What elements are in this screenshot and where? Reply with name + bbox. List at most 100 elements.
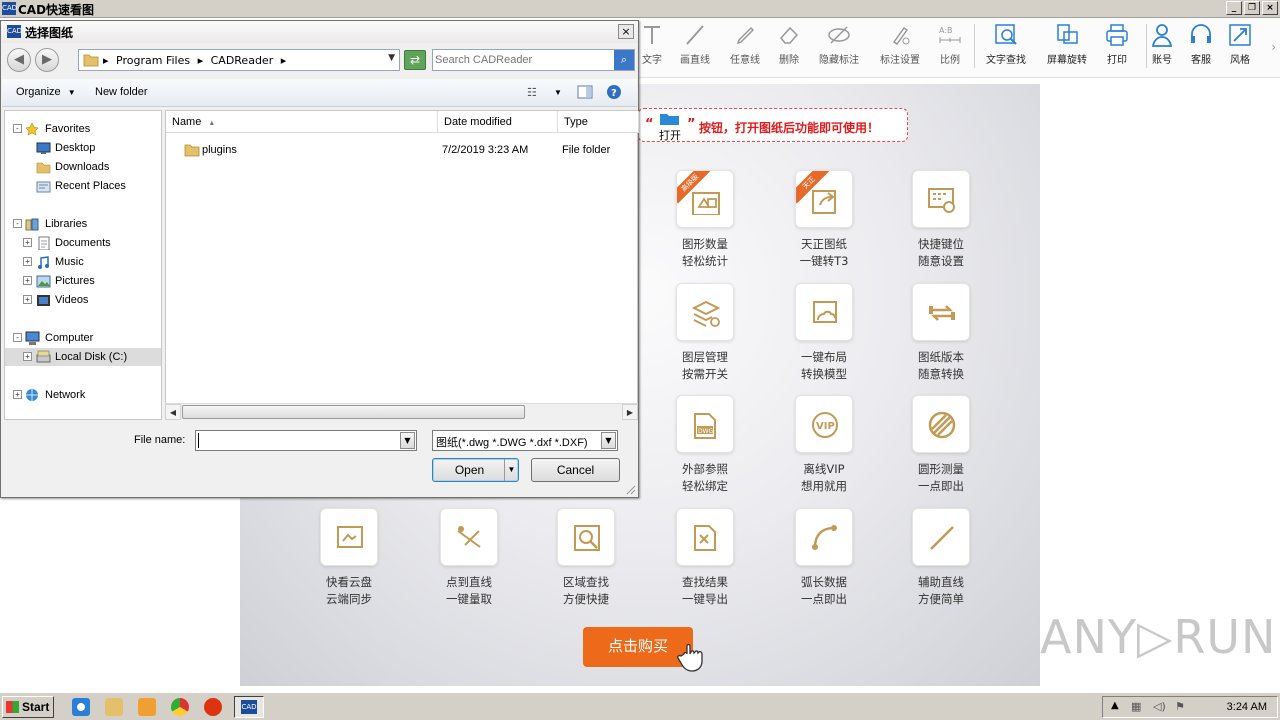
feature-tile[interactable]: [320, 508, 378, 566]
explorer-icon[interactable]: [105, 698, 123, 716]
file-row-plugins[interactable]: plugins 7/2/2019 3:23 AM File folder: [166, 141, 636, 159]
feature-arc-length[interactable]: 弧长数据 一点即出: [769, 508, 879, 608]
restore-button[interactable]: ❐: [1244, 1, 1260, 15]
feature-helper-line[interactable]: 辅助直线 方便简单: [886, 508, 996, 608]
refresh-button[interactable]: ⇄: [404, 50, 426, 70]
network-tray-icon[interactable]: ▦: [1131, 700, 1141, 713]
action-center-flag-icon[interactable]: ⚑: [1175, 700, 1185, 713]
breadcrumb-cadreader[interactable]: CADReader: [211, 54, 274, 67]
collapse-icon[interactable]: -: [13, 333, 22, 342]
address-bar[interactable]: ▸ Program Files ▸ CADReader ▸ ▼: [78, 49, 400, 71]
column-header-type[interactable]: Type: [558, 111, 639, 133]
feature-tile[interactable]: [795, 283, 853, 341]
view-dropdown-icon[interactable]: ▼: [554, 88, 562, 97]
feature-shape-count[interactable]: 高级版 图形数量 轻松统计: [650, 170, 760, 270]
feature-tile[interactable]: 高级版: [676, 170, 734, 228]
open-split-arrow-icon[interactable]: ▼: [504, 459, 518, 481]
forward-button[interactable]: ▶: [35, 48, 59, 72]
column-header-name[interactable]: Name ▲: [166, 111, 438, 133]
expand-icon[interactable]: +: [23, 276, 32, 285]
search-box[interactable]: ⌕: [432, 49, 635, 71]
chrome-icon[interactable]: [171, 698, 189, 716]
feature-circle-measure[interactable]: 圆形测量 一点即出: [886, 395, 996, 495]
feature-point-to-line[interactable]: 点到直线 一键量取: [414, 508, 524, 608]
feature-tile[interactable]: [912, 395, 970, 453]
tree-item-documents[interactable]: + Documents: [5, 234, 161, 252]
file-name-combobox[interactable]: ▼: [195, 430, 417, 451]
tree-item-local-disk-c[interactable]: + Local Disk (C:): [5, 348, 161, 366]
back-button[interactable]: ◀: [7, 48, 31, 72]
feature-tile[interactable]: 天正: [795, 170, 853, 228]
feature-tile[interactable]: [912, 170, 970, 228]
feature-dwg-xref[interactable]: DWG 外部参照 轻松绑定: [650, 395, 760, 495]
file-name-input[interactable]: [198, 433, 393, 448]
resize-grip-icon[interactable]: [626, 485, 636, 495]
feature-tile[interactable]: VIP: [795, 395, 853, 453]
tree-item-desktop[interactable]: Desktop: [5, 139, 161, 157]
toolbar-annotation-settings-button[interactable]: 标注设置: [872, 22, 928, 66]
open-button[interactable]: Open ▼: [432, 458, 519, 482]
feature-tile[interactable]: [676, 508, 734, 566]
feature-export-t3[interactable]: 天正 天正图纸 一键转T3: [769, 170, 879, 270]
file-type-filter[interactable]: 图纸(*.dwg *.DWG *.dxf *.DXF) ▼: [432, 430, 618, 451]
tree-item-music[interactable]: + Music: [5, 253, 161, 271]
feature-tile[interactable]: [795, 508, 853, 566]
tree-item-videos[interactable]: + Videos: [5, 291, 161, 309]
toolbar-more-icon[interactable]: ›: [1271, 40, 1276, 54]
feature-area-search[interactable]: 区域查找 方便快捷: [531, 508, 641, 608]
expand-icon[interactable]: +: [23, 238, 32, 247]
toolbar-delete-button[interactable]: 删除: [761, 22, 817, 66]
breadcrumb-program-files[interactable]: Program Files: [116, 54, 190, 67]
feature-vip[interactable]: VIP 离线VIP 想用就用: [769, 395, 879, 495]
new-folder-button[interactable]: New folder: [95, 86, 148, 98]
tree-item-recent-places[interactable]: Recent Places: [5, 177, 161, 195]
minimize-button[interactable]: _: [1226, 1, 1242, 15]
volume-icon[interactable]: ◁): [1153, 700, 1166, 713]
media-player-icon[interactable]: [138, 698, 156, 716]
feature-tile[interactable]: [440, 508, 498, 566]
tree-item-computer[interactable]: - Computer: [5, 329, 161, 347]
toolbar-line-button[interactable]: 画直线: [667, 22, 723, 66]
search-input[interactable]: [435, 52, 611, 68]
tree-item-favorites[interactable]: - Favorites: [5, 120, 161, 138]
close-button[interactable]: ×: [1262, 1, 1278, 15]
scroll-left-icon[interactable]: ◀: [165, 404, 181, 420]
toolbar-text-search-button[interactable]: 文字查找: [978, 22, 1034, 66]
feature-layout-convert[interactable]: 一键布局 转换模型: [769, 283, 879, 383]
organize-button[interactable]: Organize ▼: [16, 86, 76, 98]
expand-icon[interactable]: +: [23, 352, 32, 361]
tray-expand-icon[interactable]: ▲: [1111, 700, 1119, 711]
cancel-button[interactable]: Cancel: [531, 458, 620, 482]
cad-reader-icon[interactable]: CAD: [234, 696, 264, 718]
opera-icon[interactable]: [204, 698, 222, 716]
toolbar-screen-rotate-button[interactable]: 屏幕旋转: [1039, 22, 1095, 66]
dialog-close-button[interactable]: ×: [618, 24, 634, 39]
clock[interactable]: 3:24 AM: [1227, 701, 1267, 713]
collapse-icon[interactable]: -: [13, 219, 22, 228]
feature-keyboard-settings[interactable]: 快捷键位 随意设置: [886, 170, 996, 270]
help-icon[interactable]: ?: [606, 84, 622, 100]
address-dropdown-icon[interactable]: ▼: [388, 53, 395, 63]
toolbar-style-button[interactable]: 风格: [1212, 22, 1268, 66]
feature-version-convert[interactable]: 图纸版本 随意转换: [886, 283, 996, 383]
feature-cloud-sync[interactable]: 快看云盘 云端同步: [294, 508, 404, 608]
tree-item-libraries[interactable]: - Libraries: [5, 215, 161, 233]
expand-icon[interactable]: +: [23, 257, 32, 266]
preview-pane-icon[interactable]: [577, 84, 593, 100]
feature-export-results[interactable]: 查找结果 一键导出: [650, 508, 760, 608]
feature-tile[interactable]: [912, 283, 970, 341]
ie-icon[interactable]: [72, 698, 90, 716]
feature-tile[interactable]: DWG: [676, 395, 734, 453]
expand-icon[interactable]: +: [23, 295, 32, 304]
scrollbar-thumb[interactable]: [182, 405, 525, 419]
chevron-down-icon[interactable]: ▼: [601, 432, 616, 449]
feature-tile[interactable]: [557, 508, 615, 566]
toolbar-hide-annotation-button[interactable]: 隐藏标注: [811, 22, 867, 66]
search-icon[interactable]: ⌕: [614, 50, 634, 70]
scroll-right-icon[interactable]: ▶: [622, 404, 638, 420]
view-options-icon[interactable]: ☷: [527, 86, 537, 99]
start-button[interactable]: Start: [2, 696, 54, 718]
tree-item-network[interactable]: + Network: [5, 386, 161, 404]
collapse-icon[interactable]: -: [13, 124, 22, 133]
feature-tile[interactable]: [676, 283, 734, 341]
